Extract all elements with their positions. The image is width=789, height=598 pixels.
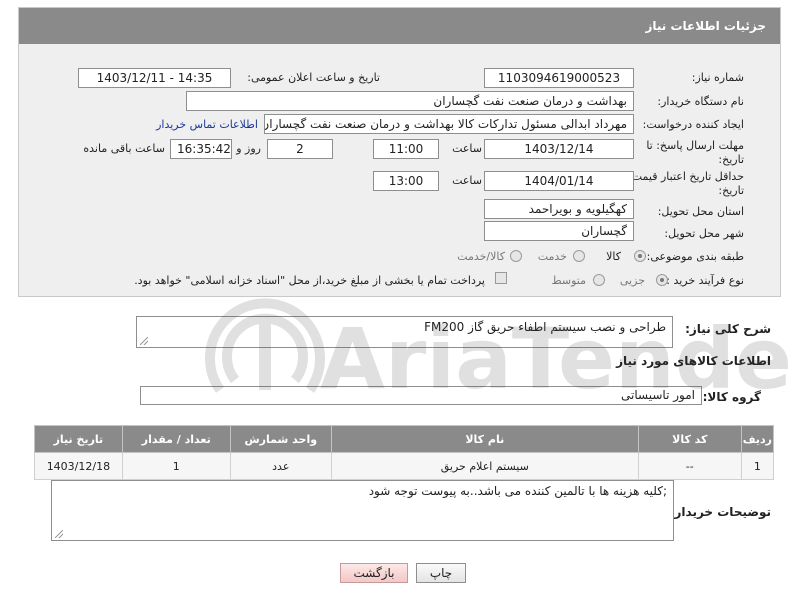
col-header-unit: واحد شمارش xyxy=(229,425,332,453)
summary-label: شرح کلی نیاز: xyxy=(685,322,771,336)
goods-section-title: اطلاعات کالاهای مورد نیاز xyxy=(616,354,771,368)
category-radio-service[interactable] xyxy=(573,250,585,262)
requester-label: ایجاد کننده درخواست: xyxy=(642,118,744,131)
buyer-contact-link[interactable]: اطلاعات تماس خریدار xyxy=(156,118,258,131)
category-option-goods-service: کالا/خدمت xyxy=(457,250,505,263)
need-number-field[interactable]: 1103094619000523 xyxy=(484,68,634,88)
process-radio-medium[interactable] xyxy=(593,274,605,286)
reply-deadline-time-label: ساعت xyxy=(452,142,482,155)
buyer-notes-field[interactable]: ;کلیه هزینه ها با تالمین کننده می باشد..… xyxy=(51,480,674,541)
cell-need-date: 1403/12/18 xyxy=(34,452,123,480)
price-validity-time-label: ساعت xyxy=(452,174,482,187)
category-label: طبقه بندی موضوعی: xyxy=(646,250,744,263)
price-validity-label-line1: حداقل تاریخ اعتبار قیمت: تا xyxy=(618,170,744,183)
price-validity-label-line2: تاریخ: xyxy=(718,184,744,197)
col-header-item-code: کد کالا xyxy=(637,425,742,453)
process-radio-minor[interactable] xyxy=(656,274,668,286)
announce-datetime-field[interactable]: 1403/12/11 - 14:35 xyxy=(78,68,231,88)
category-radio-goods-service[interactable] xyxy=(510,250,522,262)
remaining-time-field[interactable]: 16:35:42 xyxy=(170,139,232,159)
treasury-payment-note: پرداخت تمام یا بخشی از مبلغ خرید،از محل … xyxy=(134,274,485,287)
goods-group-field[interactable]: امور تاسیساتی xyxy=(140,386,702,405)
goods-group-label: گروه کالا: xyxy=(702,390,761,404)
reply-deadline-date-field[interactable]: 1403/12/14 xyxy=(484,139,634,159)
announce-datetime-label: تاریخ و ساعت اعلان عمومی: xyxy=(247,71,380,84)
goods-table: ردیف کد کالا نام کالا واحد شمارش تعداد /… xyxy=(34,425,775,480)
buyer-org-label: نام دستگاه خریدار: xyxy=(657,95,744,108)
requester-field[interactable]: مهرداد ابدالی مسئول تدارکات کالا بهداشت … xyxy=(264,114,634,134)
delivery-city-field[interactable]: گچساران xyxy=(484,221,634,241)
col-header-item-name: نام کالا xyxy=(330,425,639,453)
summary-field[interactable]: طراحی و نصب سیستم اطفاء حریق گاز FM200 xyxy=(136,316,673,348)
table-header-row: ردیف کد کالا نام کالا واحد شمارش تعداد /… xyxy=(34,425,775,453)
back-button[interactable]: بازگشت xyxy=(340,563,408,583)
buyer-notes-label: توضیحات خریدار: xyxy=(669,505,771,519)
delivery-city-label: شهر محل تحویل: xyxy=(664,227,744,240)
buyer-org-field[interactable]: بهداشت و درمان صنعت نفت گچساران xyxy=(186,91,634,111)
reply-days-field[interactable]: 2 xyxy=(267,139,333,159)
print-button[interactable]: چاپ xyxy=(416,563,466,583)
col-header-need-date: تاریخ نیاز xyxy=(34,425,123,453)
price-validity-time-field[interactable]: 13:00 xyxy=(373,171,439,191)
delivery-province-field[interactable]: کهگیلویه و بویراحمد xyxy=(484,199,634,219)
category-radio-goods[interactable] xyxy=(634,250,646,262)
reply-deadline-label-line2: تاریخ: xyxy=(718,153,744,166)
cell-quantity: 1 xyxy=(121,452,231,480)
cell-unit: عدد xyxy=(229,452,332,480)
category-option-goods: کالا xyxy=(606,250,621,263)
summary-resize-handle[interactable] xyxy=(140,337,148,345)
treasury-payment-checkbox[interactable] xyxy=(495,272,507,284)
need-number-label: شماره نیاز: xyxy=(691,71,744,84)
process-option-medium: متوسط xyxy=(551,274,586,287)
purchase-process-label: نوع فرآیند خرید : xyxy=(666,274,744,287)
delivery-province-label: استان محل تحویل: xyxy=(657,205,744,218)
col-header-quantity: تعداد / مقدار xyxy=(121,425,231,453)
panel-title: جزئیات اطلاعات نیاز xyxy=(19,8,780,44)
remaining-time-label: ساعت باقی مانده xyxy=(83,142,165,155)
table-row[interactable]: 1 -- سیستم اعلام حریق عدد 1 1403/12/18 xyxy=(34,452,775,480)
reply-deadline-label-line1: مهلت ارسال پاسخ: تا xyxy=(646,139,744,152)
cell-row-number: 1 xyxy=(740,452,775,480)
buyer-notes-resize-handle[interactable] xyxy=(55,530,63,538)
cell-item-name: سیستم اعلام حریق xyxy=(330,452,639,480)
col-header-row-number: ردیف xyxy=(740,425,775,453)
reply-deadline-time-field[interactable]: 11:00 xyxy=(373,139,439,159)
process-option-minor: جزیی xyxy=(619,274,645,287)
price-validity-date-field[interactable]: 1404/01/14 xyxy=(484,171,634,191)
reply-days-label: روز و xyxy=(236,142,261,155)
cell-item-code: -- xyxy=(637,452,742,480)
category-option-service: خدمت xyxy=(537,250,567,263)
